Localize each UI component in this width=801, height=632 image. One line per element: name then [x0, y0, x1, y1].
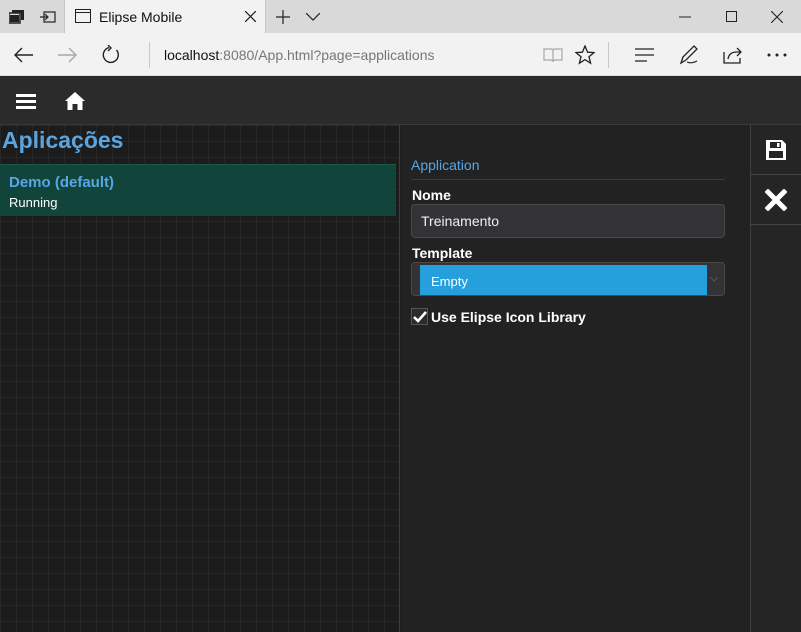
chevron-down-icon[interactable] [299, 0, 327, 33]
divider [411, 179, 725, 180]
save-button[interactable] [751, 125, 801, 175]
template-selected-option: Empty [420, 265, 707, 295]
list-item[interactable]: Demo (default) Running [0, 164, 396, 216]
url-field[interactable]: localhost:8080/App.html?page=application… [164, 47, 434, 63]
applications-pane: Aplicações Demo (default) Running [0, 125, 400, 632]
template-value: Empty [431, 274, 468, 289]
tab-manager-icon[interactable] [2, 0, 32, 33]
icon-library-checkbox[interactable] [411, 308, 428, 325]
browser-titlebar: Elipse Mobile [0, 0, 801, 33]
name-label: Nome [412, 187, 451, 203]
tab-title: Elipse Mobile [99, 9, 183, 25]
set-aside-tabs-icon[interactable] [33, 0, 63, 33]
checkmark-icon [412, 310, 427, 323]
app-header [0, 76, 801, 125]
home-icon[interactable] [58, 84, 92, 118]
back-icon[interactable] [6, 37, 42, 73]
divider [149, 42, 150, 68]
action-rail [750, 125, 801, 632]
name-field[interactable] [411, 204, 725, 238]
hub-icon[interactable] [627, 37, 663, 73]
close-icon[interactable] [754, 0, 800, 33]
favorite-star-icon[interactable] [567, 37, 603, 73]
application-form: Application Nome Template Empty Use Elip… [401, 125, 750, 632]
pen-icon[interactable] [671, 37, 707, 73]
refresh-icon[interactable] [93, 37, 129, 73]
forward-icon[interactable] [49, 37, 85, 73]
browser-tab[interactable]: Elipse Mobile [64, 0, 266, 33]
template-select[interactable]: Empty [411, 262, 725, 296]
reading-view-icon[interactable] [535, 37, 571, 73]
app-name: Demo (default) [9, 174, 114, 191]
url-path: :8080/App.html?page=applications [219, 47, 435, 63]
icon-library-label: Use Elipse Icon Library [431, 309, 586, 325]
hamburger-menu-icon[interactable] [9, 84, 43, 118]
close-icon[interactable] [241, 7, 259, 25]
more-icon[interactable] [759, 37, 795, 73]
maximize-icon[interactable] [708, 0, 754, 33]
section-title: Application [411, 157, 480, 173]
plus-icon[interactable] [269, 0, 297, 33]
save-icon [766, 139, 786, 160]
app-status: Running [9, 195, 58, 210]
url-host: localhost [164, 47, 220, 63]
page-icon [75, 9, 91, 28]
template-label: Template [412, 245, 473, 261]
address-bar: localhost:8080/App.html?page=application… [0, 33, 801, 76]
minimize-icon[interactable] [662, 0, 708, 33]
cancel-x-icon [765, 188, 787, 211]
chevron-down-icon [708, 273, 720, 285]
cancel-button[interactable] [751, 175, 801, 225]
share-icon[interactable] [715, 37, 751, 73]
divider [608, 42, 609, 68]
page-title: Aplicações [2, 127, 124, 153]
